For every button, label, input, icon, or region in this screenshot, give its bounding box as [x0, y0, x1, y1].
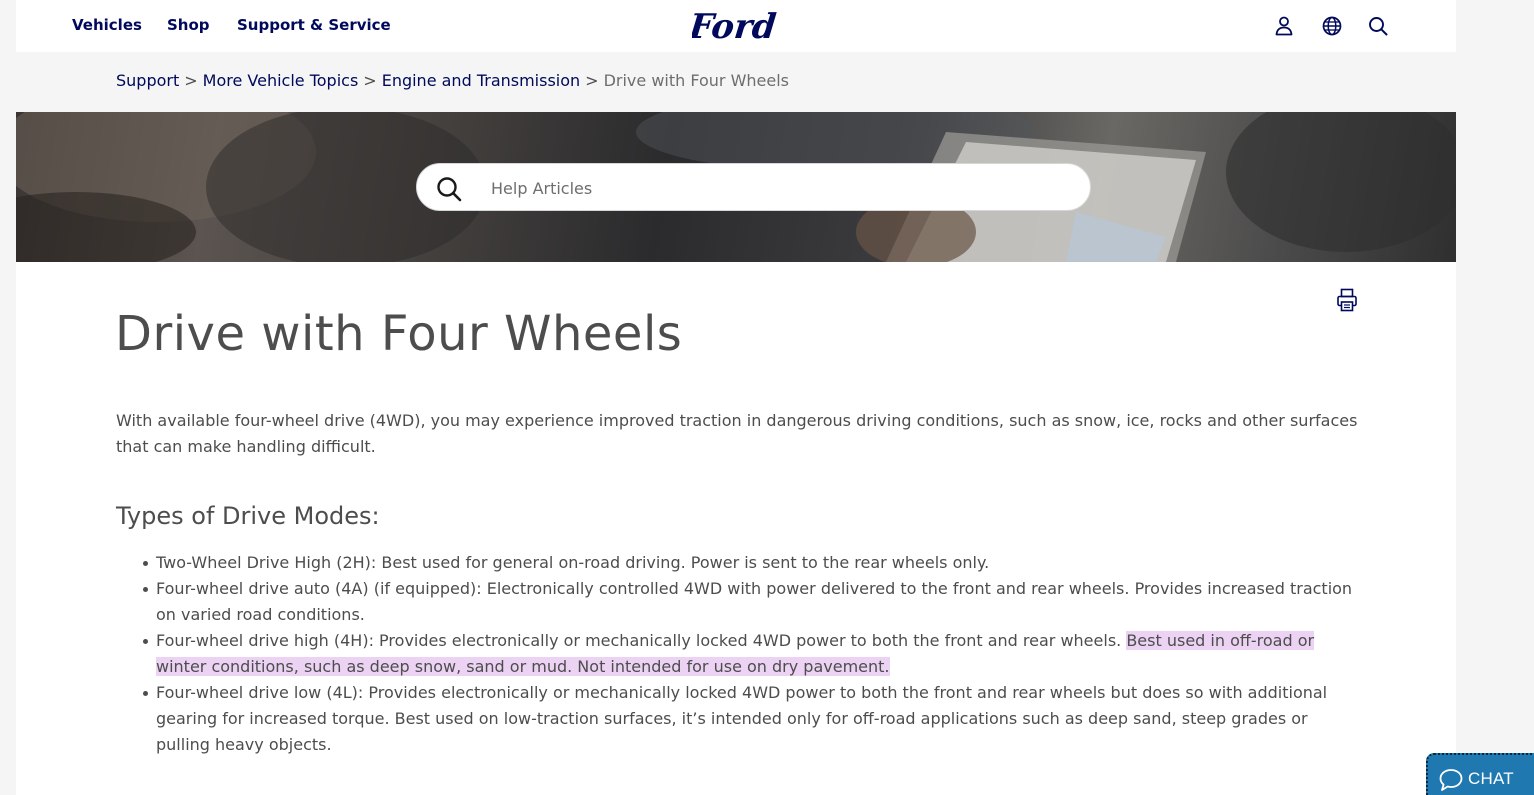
- breadcrumb-separator: >: [184, 71, 198, 90]
- chat-label: CHAT: [1468, 769, 1514, 788]
- breadcrumb-separator: >: [363, 71, 377, 90]
- search-icon[interactable]: [1366, 14, 1390, 38]
- help-search-box[interactable]: [416, 163, 1091, 211]
- hero-banner: [16, 112, 1456, 262]
- nav-support-service[interactable]: Support & Service: [237, 16, 391, 34]
- top-navigation: Vehicles Shop Support & Service Ford: [16, 0, 1456, 52]
- ford-logo[interactable]: Ford: [692, 4, 778, 48]
- list-item: Four-wheel drive auto (4A) (if equipped)…: [143, 576, 1361, 628]
- article-title: Drive with Four Wheels: [115, 306, 683, 362]
- print-icon[interactable]: [1336, 288, 1358, 312]
- chat-bubble-icon: [1439, 769, 1463, 791]
- page: Vehicles Shop Support & Service Ford Sup…: [16, 0, 1456, 795]
- chat-button[interactable]: CHAT: [1426, 753, 1534, 795]
- list-item: Four-wheel drive high (4H): Provides ele…: [143, 628, 1361, 680]
- list-item: Four-wheel drive low (4L): Provides elec…: [143, 680, 1361, 758]
- nav-shop[interactable]: Shop: [167, 16, 210, 34]
- section-heading: Types of Drive Modes:: [116, 502, 380, 530]
- list-item-text: Four-wheel drive low (4L): Provides elec…: [156, 683, 1328, 754]
- article-intro: With available four-wheel drive (4WD), y…: [116, 411, 1358, 456]
- nav-vehicles[interactable]: Vehicles: [72, 16, 142, 34]
- account-icon[interactable]: [1272, 14, 1296, 38]
- breadcrumb-bar: Support > More Vehicle Topics > Engine and T…: [16, 52, 1456, 112]
- list-item-text: Four-wheel drive auto (4A) (if equipped)…: [156, 579, 1353, 624]
- list-item-text: Four-wheel drive high (4H): Provides ele…: [156, 631, 1127, 650]
- breadcrumb-more-vehicle-topics[interactable]: More Vehicle Topics: [203, 71, 359, 90]
- breadcrumb: Support > More Vehicle Topics > Engine and T…: [116, 71, 789, 90]
- drive-modes-list: Two-Wheel Drive High (2H): Best used for…: [143, 550, 1361, 758]
- help-search-input[interactable]: [491, 172, 1071, 204]
- list-item-text: Two-Wheel Drive High (2H): Best used for…: [156, 553, 990, 572]
- ford-logo-text: Ford: [692, 7, 778, 47]
- breadcrumb-support[interactable]: Support: [116, 71, 179, 90]
- breadcrumb-separator: >: [585, 71, 599, 90]
- breadcrumb-engine-transmission[interactable]: Engine and Transmission: [382, 71, 580, 90]
- search-icon[interactable]: [435, 175, 463, 203]
- breadcrumb-current: Drive with Four Wheels: [603, 71, 790, 90]
- list-item: Two-Wheel Drive High (2H): Best used for…: [143, 550, 1361, 576]
- globe-icon[interactable]: [1320, 14, 1344, 38]
